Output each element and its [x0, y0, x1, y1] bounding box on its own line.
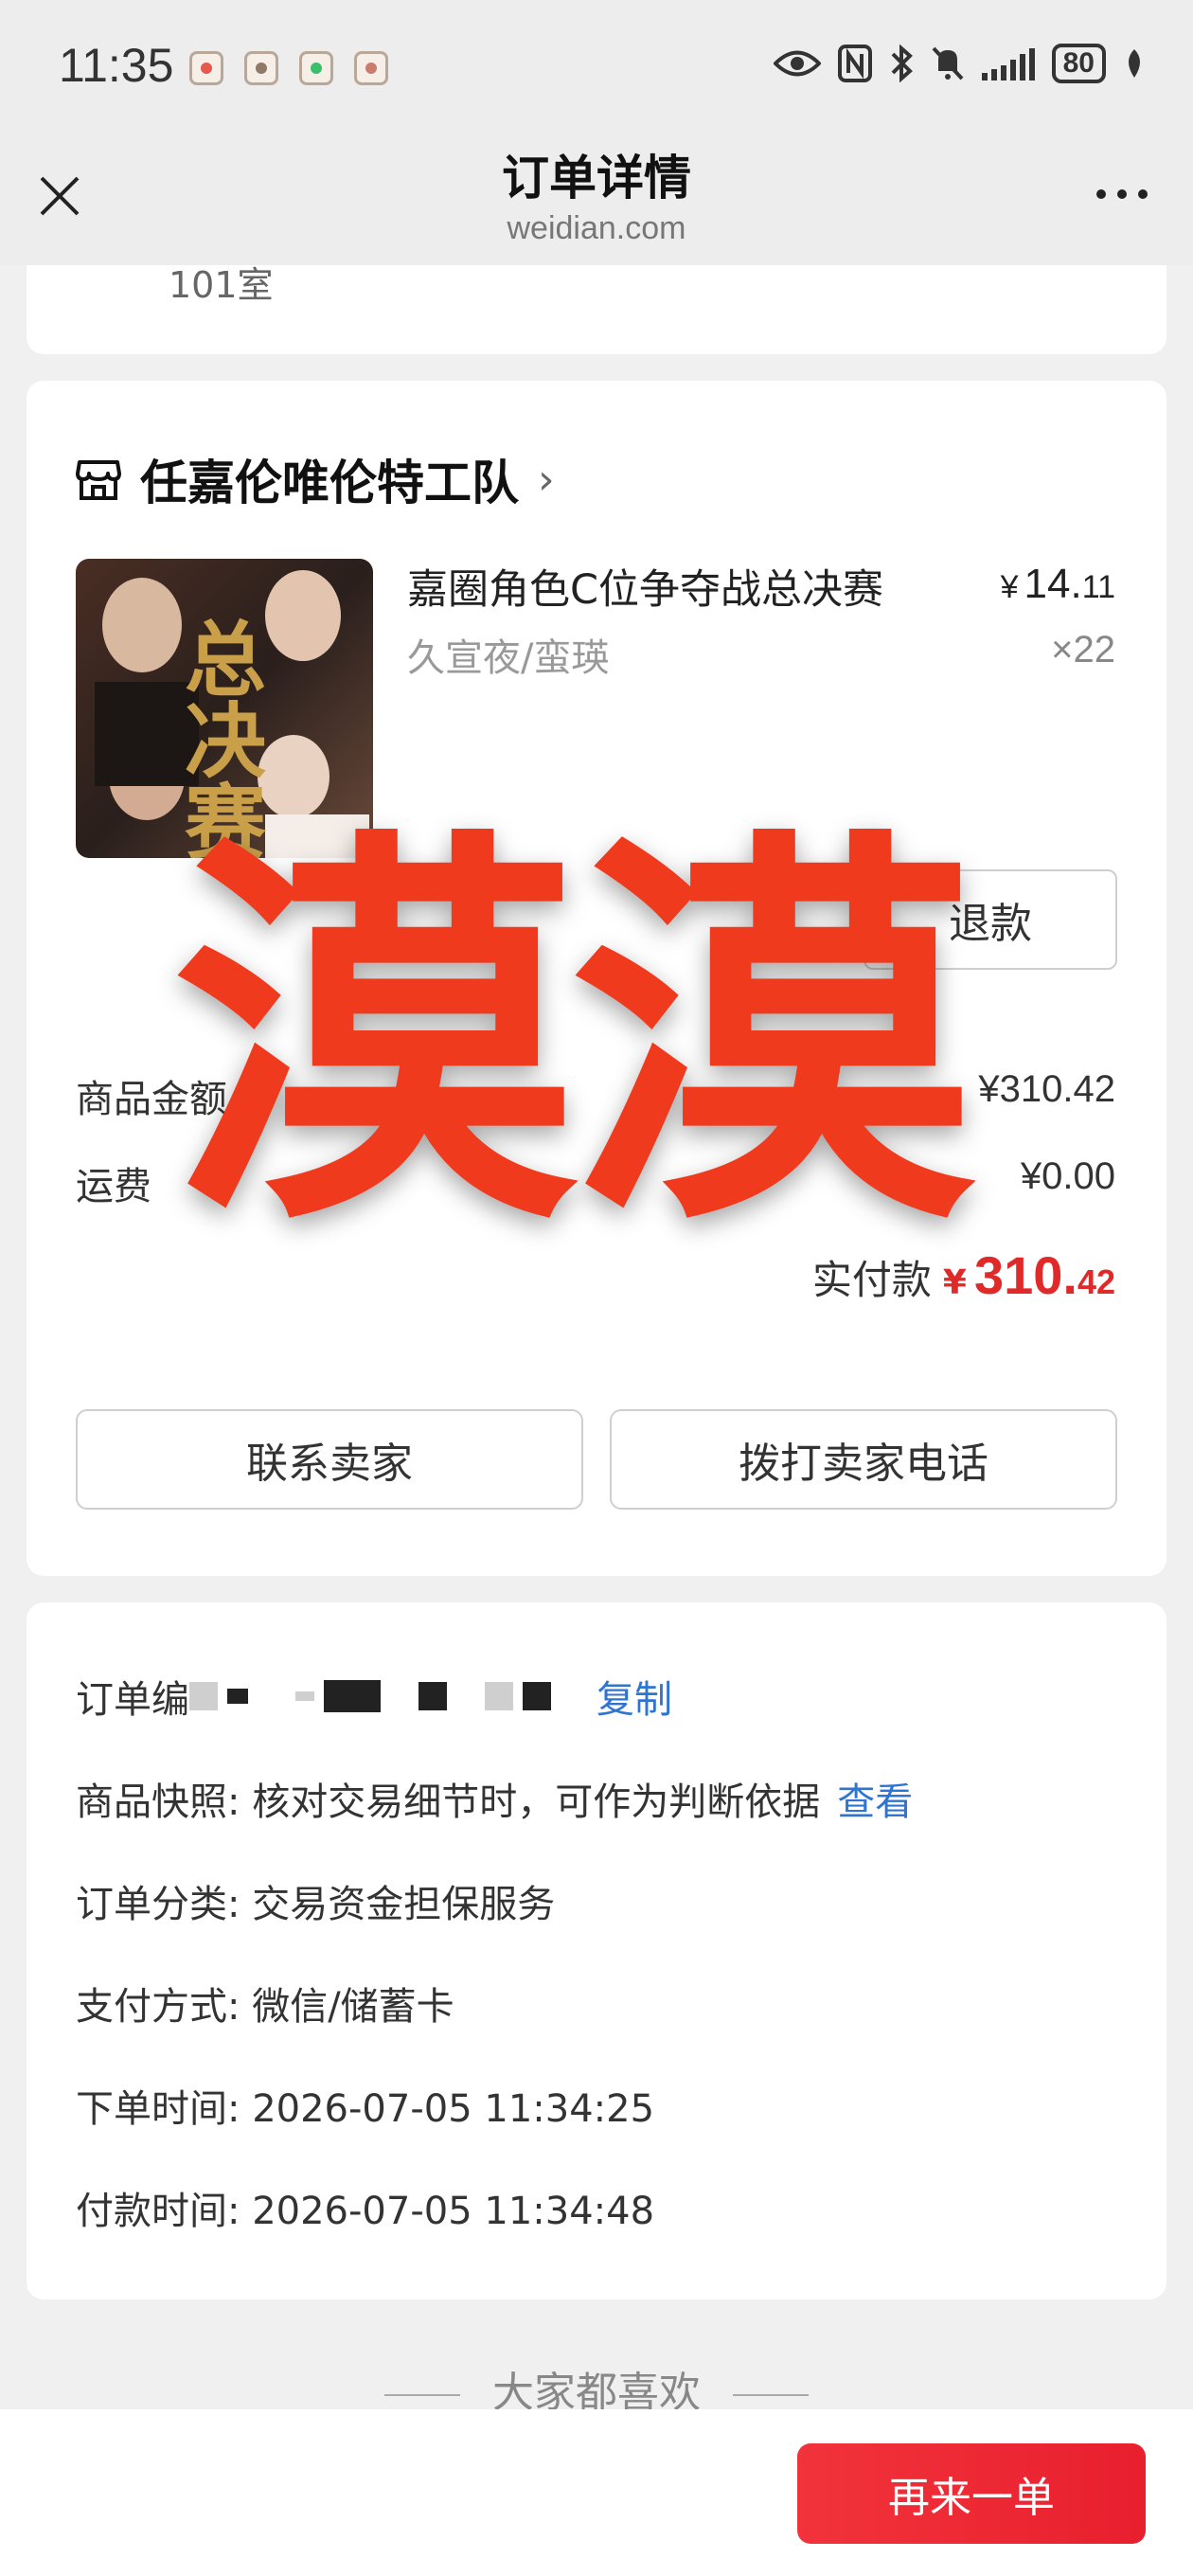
refund-button[interactable]: 退款 — [864, 869, 1117, 970]
signal-icon — [981, 46, 1035, 80]
order-info-card: 订单编 复制 商品快照: 核对交易细节时，可作为判断依据 查看 订单分类: 交易… — [27, 1602, 1166, 2299]
app-notification-icon — [354, 51, 388, 85]
product-image[interactable]: 总决赛 — [76, 559, 373, 858]
nfc-icon — [837, 45, 872, 82]
nav-bar: 订单详情 weidian.com — [0, 133, 1193, 265]
divider — [733, 2394, 809, 2396]
page-domain: weidian.com — [507, 210, 686, 246]
product-price: ¥14.11 — [1000, 561, 1115, 607]
bottom-action-bar: 再来一单 — [0, 2409, 1193, 2576]
eye-icon — [773, 50, 821, 77]
app-notification-icon — [244, 51, 278, 85]
status-time: 11:35 — [59, 39, 174, 92]
page-title: 订单详情 — [502, 151, 691, 206]
paid-label: 实付款 — [811, 1257, 932, 1303]
order-time-row: 下单时间: 2026-07-05 11:34:25 — [76, 2087, 655, 2131]
product-name[interactable]: 嘉圈角色C位争夺战总决赛 — [407, 557, 883, 616]
paid-amount: 实付款 ¥ 310. 42 — [811, 1245, 1115, 1305]
more-options-icon[interactable] — [1096, 189, 1148, 199]
product-spec: 久宣夜/蛮瑛 — [407, 636, 610, 680]
snapshot-row: 商品快照: 核对交易细节时，可作为判断依据 查看 — [76, 1771, 913, 1826]
system-icons: 80 — [773, 44, 1146, 83]
mute-icon — [932, 46, 964, 80]
contact-seller-button[interactable]: 联系卖家 — [76, 1409, 583, 1510]
battery-icon: 80 — [1051, 44, 1106, 83]
shop-icon — [76, 460, 121, 500]
payment-method-row: 支付方式: 微信/储蓄卡 — [76, 1985, 454, 2029]
status-bar: 11:35 80 — [0, 0, 1193, 133]
order-number-label: 订单编 — [76, 1678, 189, 1722]
product-image-overlay: 总决赛 — [170, 617, 266, 858]
copy-order-number-link[interactable]: 复制 — [596, 1669, 672, 1724]
shipping-value: ¥0.00 — [1020, 1155, 1115, 1197]
product-quantity: ×22 — [1051, 629, 1115, 671]
bluetooth-icon — [891, 45, 913, 82]
app-notification-icon — [189, 51, 223, 85]
call-seller-button[interactable]: 拨打卖家电话 — [610, 1409, 1117, 1510]
reorder-button[interactable]: 再来一单 — [797, 2443, 1146, 2544]
order-number-row: 订单编 复制 — [76, 1669, 672, 1724]
leaf-icon — [1129, 49, 1140, 78]
divider — [384, 2394, 460, 2396]
order-card: 任嘉伦唯伦特工队 › 总决赛 嘉圈角色C位争夺战总决赛 久宣夜/蛮瑛 ¥14.1… — [27, 381, 1166, 1576]
goods-amount-value: ¥310.42 — [978, 1068, 1115, 1110]
order-number-redacted — [189, 1680, 551, 1712]
shop-link[interactable]: 任嘉伦唯伦特工队 › — [74, 445, 555, 513]
payment-time-row: 付款时间: 2026-07-05 11:34:48 — [76, 2190, 655, 2233]
shop-name: 任嘉伦唯伦特工队 — [140, 456, 519, 510]
goods-amount-label: 商品金额 — [76, 1078, 227, 1121]
app-notification-icon — [299, 51, 333, 85]
notification-icons — [189, 51, 388, 85]
shipping-label: 运费 — [76, 1165, 151, 1208]
order-category-row: 订单分类: 交易资金担保服务 — [76, 1883, 556, 1926]
chevron-right-icon: › — [538, 455, 555, 504]
snapshot-text: 商品快照: 核对交易细节时，可作为判断依据 — [76, 1780, 821, 1824]
view-snapshot-link[interactable]: 查看 — [837, 1771, 913, 1826]
